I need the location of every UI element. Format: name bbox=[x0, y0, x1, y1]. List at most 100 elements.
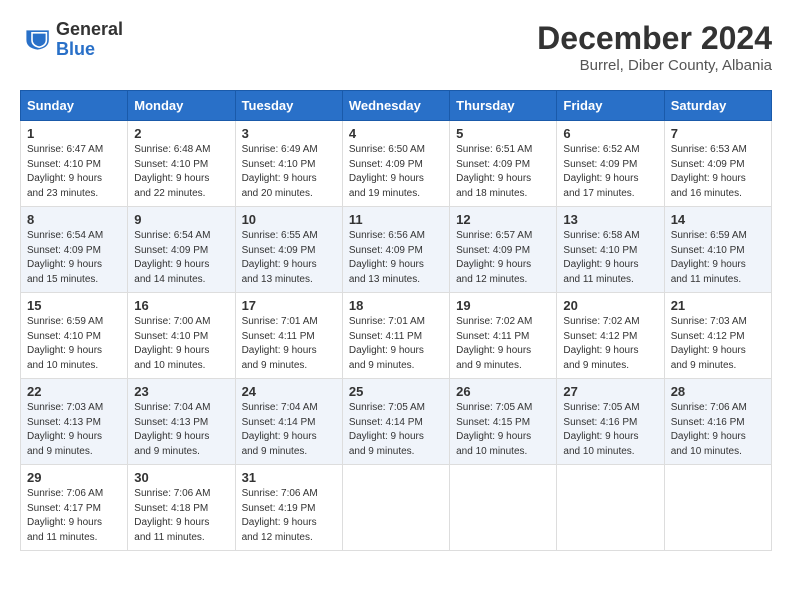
logo-text: General Blue bbox=[56, 20, 123, 60]
day-number: 17 bbox=[242, 298, 336, 313]
day-info: Sunrise: 7:02 AM Sunset: 4:11 PM Dayligh… bbox=[456, 315, 550, 373]
day-info: Sunrise: 7:06 AM Sunset: 4:18 PM Dayligh… bbox=[134, 487, 228, 545]
header-sunday: Sunday bbox=[21, 91, 128, 121]
table-row: 31 Sunrise: 7:06 AM Sunset: 4:19 PM Dayl… bbox=[235, 465, 342, 551]
table-row: 2 Sunrise: 6:48 AM Sunset: 4:10 PM Dayli… bbox=[128, 121, 235, 207]
day-info: Sunrise: 7:00 AM Sunset: 4:10 PM Dayligh… bbox=[134, 315, 228, 373]
table-row: 5 Sunrise: 6:51 AM Sunset: 4:09 PM Dayli… bbox=[450, 121, 557, 207]
table-row: 7 Sunrise: 6:53 AM Sunset: 4:09 PM Dayli… bbox=[664, 121, 771, 207]
day-number: 2 bbox=[134, 126, 228, 141]
day-number: 18 bbox=[349, 298, 443, 313]
day-info: Sunrise: 6:59 AM Sunset: 4:10 PM Dayligh… bbox=[27, 315, 121, 373]
header-saturday: Saturday bbox=[664, 91, 771, 121]
day-number: 21 bbox=[671, 298, 765, 313]
table-row bbox=[450, 465, 557, 551]
header-tuesday: Tuesday bbox=[235, 91, 342, 121]
day-info: Sunrise: 6:57 AM Sunset: 4:09 PM Dayligh… bbox=[456, 229, 550, 287]
day-number: 13 bbox=[563, 212, 657, 227]
day-info: Sunrise: 7:03 AM Sunset: 4:13 PM Dayligh… bbox=[27, 401, 121, 459]
day-info: Sunrise: 6:59 AM Sunset: 4:10 PM Dayligh… bbox=[671, 229, 765, 287]
title-location: Burrel, Diber County, Albania bbox=[537, 57, 772, 74]
day-info: Sunrise: 7:04 AM Sunset: 4:14 PM Dayligh… bbox=[242, 401, 336, 459]
day-info: Sunrise: 7:03 AM Sunset: 4:12 PM Dayligh… bbox=[671, 315, 765, 373]
day-info: Sunrise: 6:51 AM Sunset: 4:09 PM Dayligh… bbox=[456, 143, 550, 201]
calendar-row: 29 Sunrise: 7:06 AM Sunset: 4:17 PM Dayl… bbox=[21, 465, 772, 551]
day-number: 25 bbox=[349, 384, 443, 399]
header-thursday: Thursday bbox=[450, 91, 557, 121]
table-row: 25 Sunrise: 7:05 AM Sunset: 4:14 PM Dayl… bbox=[342, 379, 449, 465]
calendar-row: 8 Sunrise: 6:54 AM Sunset: 4:09 PM Dayli… bbox=[21, 207, 772, 293]
table-row: 3 Sunrise: 6:49 AM Sunset: 4:10 PM Dayli… bbox=[235, 121, 342, 207]
day-number: 31 bbox=[242, 470, 336, 485]
day-info: Sunrise: 6:52 AM Sunset: 4:09 PM Dayligh… bbox=[563, 143, 657, 201]
day-info: Sunrise: 6:54 AM Sunset: 4:09 PM Dayligh… bbox=[134, 229, 228, 287]
table-row: 19 Sunrise: 7:02 AM Sunset: 4:11 PM Dayl… bbox=[450, 293, 557, 379]
calendar-row: 15 Sunrise: 6:59 AM Sunset: 4:10 PM Dayl… bbox=[21, 293, 772, 379]
calendar-row: 1 Sunrise: 6:47 AM Sunset: 4:10 PM Dayli… bbox=[21, 121, 772, 207]
table-row: 29 Sunrise: 7:06 AM Sunset: 4:17 PM Dayl… bbox=[21, 465, 128, 551]
table-row: 17 Sunrise: 7:01 AM Sunset: 4:11 PM Dayl… bbox=[235, 293, 342, 379]
table-row: 10 Sunrise: 6:55 AM Sunset: 4:09 PM Dayl… bbox=[235, 207, 342, 293]
day-number: 29 bbox=[27, 470, 121, 485]
day-number: 23 bbox=[134, 384, 228, 399]
day-number: 30 bbox=[134, 470, 228, 485]
table-row bbox=[557, 465, 664, 551]
table-row: 14 Sunrise: 6:59 AM Sunset: 4:10 PM Dayl… bbox=[664, 207, 771, 293]
table-row: 9 Sunrise: 6:54 AM Sunset: 4:09 PM Dayli… bbox=[128, 207, 235, 293]
day-info: Sunrise: 6:49 AM Sunset: 4:10 PM Dayligh… bbox=[242, 143, 336, 201]
day-number: 3 bbox=[242, 126, 336, 141]
day-number: 8 bbox=[27, 212, 121, 227]
day-number: 20 bbox=[563, 298, 657, 313]
table-row: 6 Sunrise: 6:52 AM Sunset: 4:09 PM Dayli… bbox=[557, 121, 664, 207]
day-number: 12 bbox=[456, 212, 550, 227]
day-info: Sunrise: 6:58 AM Sunset: 4:10 PM Dayligh… bbox=[563, 229, 657, 287]
logo: General Blue bbox=[20, 20, 123, 60]
table-row: 30 Sunrise: 7:06 AM Sunset: 4:18 PM Dayl… bbox=[128, 465, 235, 551]
table-row: 13 Sunrise: 6:58 AM Sunset: 4:10 PM Dayl… bbox=[557, 207, 664, 293]
table-row: 12 Sunrise: 6:57 AM Sunset: 4:09 PM Dayl… bbox=[450, 207, 557, 293]
table-row: 16 Sunrise: 7:00 AM Sunset: 4:10 PM Dayl… bbox=[128, 293, 235, 379]
day-number: 22 bbox=[27, 384, 121, 399]
header-friday: Friday bbox=[557, 91, 664, 121]
table-row bbox=[664, 465, 771, 551]
logo-general: General bbox=[56, 20, 123, 40]
table-row: 8 Sunrise: 6:54 AM Sunset: 4:09 PM Dayli… bbox=[21, 207, 128, 293]
day-info: Sunrise: 6:50 AM Sunset: 4:09 PM Dayligh… bbox=[349, 143, 443, 201]
table-row: 21 Sunrise: 7:03 AM Sunset: 4:12 PM Dayl… bbox=[664, 293, 771, 379]
day-number: 11 bbox=[349, 212, 443, 227]
table-row: 18 Sunrise: 7:01 AM Sunset: 4:11 PM Dayl… bbox=[342, 293, 449, 379]
day-info: Sunrise: 7:01 AM Sunset: 4:11 PM Dayligh… bbox=[349, 315, 443, 373]
day-number: 15 bbox=[27, 298, 121, 313]
day-info: Sunrise: 6:47 AM Sunset: 4:10 PM Dayligh… bbox=[27, 143, 121, 201]
day-number: 6 bbox=[563, 126, 657, 141]
day-number: 14 bbox=[671, 212, 765, 227]
day-number: 26 bbox=[456, 384, 550, 399]
title-month: December 2024 bbox=[537, 20, 772, 57]
day-info: Sunrise: 7:04 AM Sunset: 4:13 PM Dayligh… bbox=[134, 401, 228, 459]
day-number: 9 bbox=[134, 212, 228, 227]
day-info: Sunrise: 6:53 AM Sunset: 4:09 PM Dayligh… bbox=[671, 143, 765, 201]
day-info: Sunrise: 7:02 AM Sunset: 4:12 PM Dayligh… bbox=[563, 315, 657, 373]
day-number: 16 bbox=[134, 298, 228, 313]
table-row: 1 Sunrise: 6:47 AM Sunset: 4:10 PM Dayli… bbox=[21, 121, 128, 207]
calendar-row: 22 Sunrise: 7:03 AM Sunset: 4:13 PM Dayl… bbox=[21, 379, 772, 465]
header-wednesday: Wednesday bbox=[342, 91, 449, 121]
day-info: Sunrise: 7:01 AM Sunset: 4:11 PM Dayligh… bbox=[242, 315, 336, 373]
title-block: December 2024 Burrel, Diber County, Alba… bbox=[537, 20, 772, 74]
day-number: 19 bbox=[456, 298, 550, 313]
table-row: 27 Sunrise: 7:05 AM Sunset: 4:16 PM Dayl… bbox=[557, 379, 664, 465]
table-row bbox=[342, 465, 449, 551]
day-number: 7 bbox=[671, 126, 765, 141]
logo-icon bbox=[20, 24, 52, 56]
day-number: 1 bbox=[27, 126, 121, 141]
day-number: 28 bbox=[671, 384, 765, 399]
day-info: Sunrise: 6:48 AM Sunset: 4:10 PM Dayligh… bbox=[134, 143, 228, 201]
table-row: 11 Sunrise: 6:56 AM Sunset: 4:09 PM Dayl… bbox=[342, 207, 449, 293]
day-number: 24 bbox=[242, 384, 336, 399]
day-info: Sunrise: 7:05 AM Sunset: 4:14 PM Dayligh… bbox=[349, 401, 443, 459]
day-number: 4 bbox=[349, 126, 443, 141]
day-info: Sunrise: 7:05 AM Sunset: 4:16 PM Dayligh… bbox=[563, 401, 657, 459]
table-row: 4 Sunrise: 6:50 AM Sunset: 4:09 PM Dayli… bbox=[342, 121, 449, 207]
day-info: Sunrise: 7:06 AM Sunset: 4:17 PM Dayligh… bbox=[27, 487, 121, 545]
day-info: Sunrise: 7:06 AM Sunset: 4:19 PM Dayligh… bbox=[242, 487, 336, 545]
